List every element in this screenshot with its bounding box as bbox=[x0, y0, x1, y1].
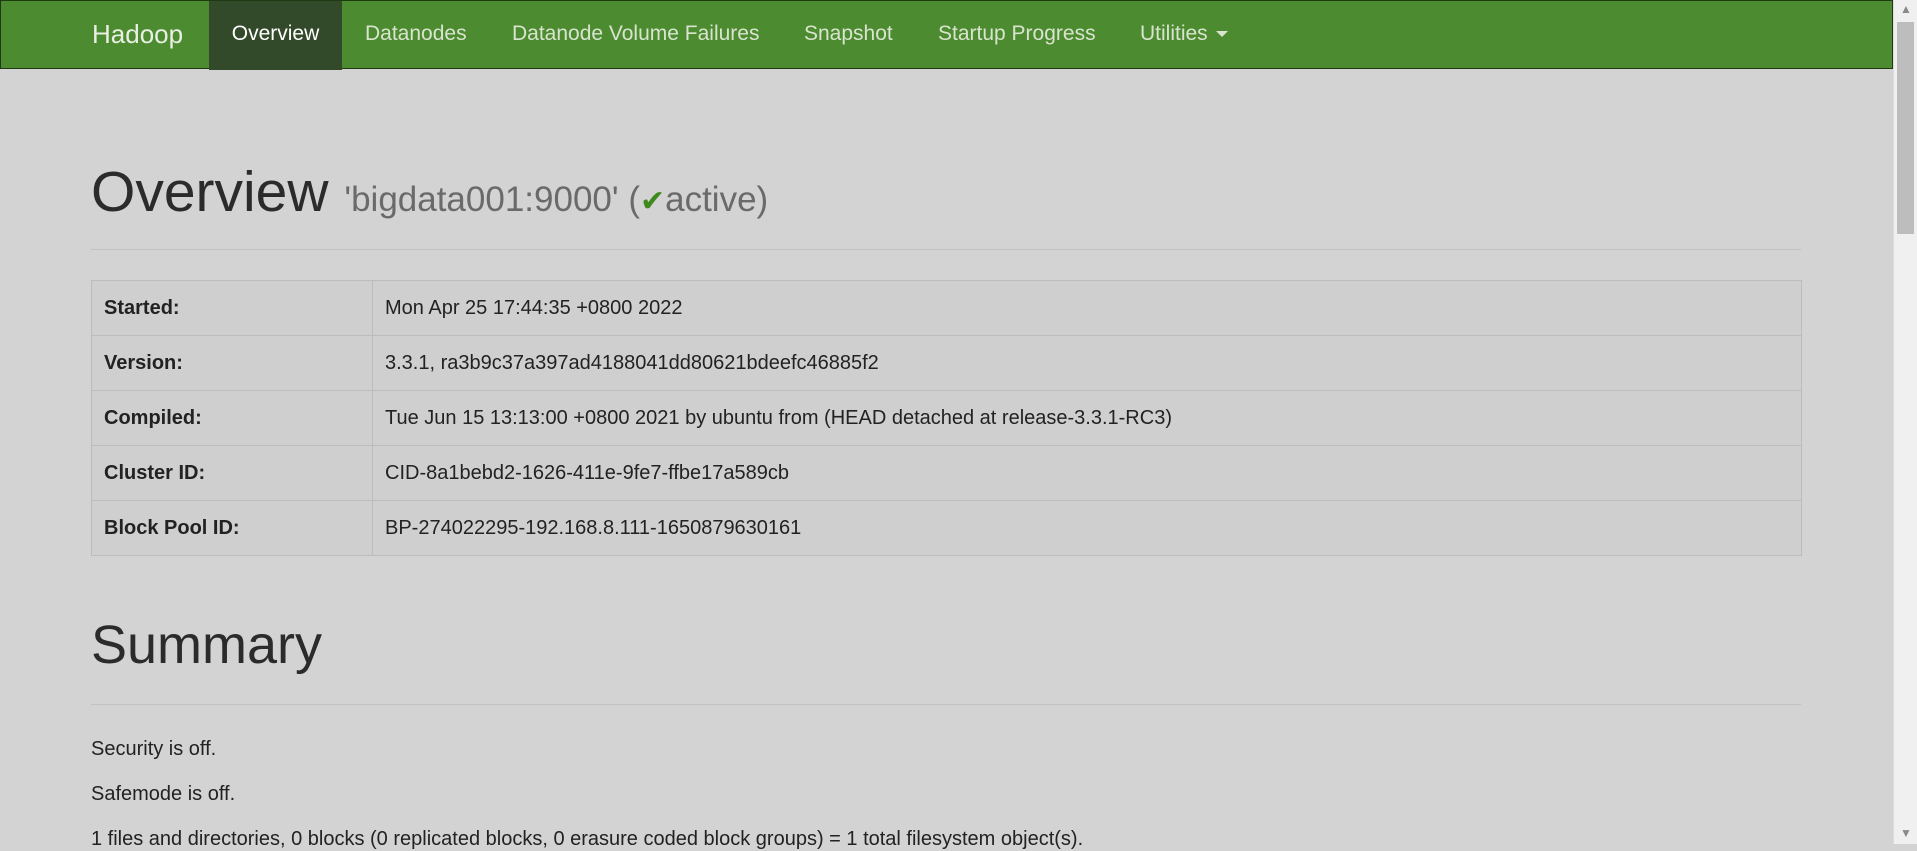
row-label-compiled: Compiled: bbox=[91, 390, 373, 446]
table-row: Version: 3.3.1, ra3b9c37a397ad4188041dd8… bbox=[91, 335, 1802, 391]
nav-utilities-dropdown[interactable]: Utilities bbox=[1140, 1, 1228, 70]
nav-overview[interactable]: Overview bbox=[209, 1, 342, 70]
nav-snapshot[interactable]: Snapshot bbox=[804, 1, 893, 70]
row-value-started: Mon Apr 25 17:44:35 +0800 2022 bbox=[372, 280, 1802, 336]
row-value-block-pool-id: BP-274022295-192.168.8.111-1650879630161 bbox=[372, 500, 1802, 556]
row-label-started: Started: bbox=[91, 280, 373, 336]
table-row: Started: Mon Apr 25 17:44:35 +0800 2022 bbox=[91, 280, 1802, 336]
caret-down-icon bbox=[1215, 31, 1228, 38]
table-row: Block Pool ID: BP-274022295-192.168.8.11… bbox=[91, 500, 1802, 556]
table-row: Cluster ID: CID-8a1bebd2-1626-411e-9fe7-… bbox=[91, 445, 1802, 501]
nav-startup-progress[interactable]: Startup Progress bbox=[938, 1, 1096, 70]
state-close-paren: ) bbox=[756, 180, 769, 219]
brand-logo[interactable]: Hadoop bbox=[92, 1, 183, 70]
row-value-cluster-id: CID-8a1bebd2-1626-411e-9fe7-ffbe17a589cb bbox=[372, 445, 1802, 501]
host-address: 'bigdata001:9000' bbox=[344, 180, 619, 219]
nav-utilities-label: Utilities bbox=[1140, 22, 1208, 45]
title-divider bbox=[91, 249, 1801, 250]
filesystem-object-count: 1 files and directories, 0 blocks (0 rep… bbox=[91, 828, 1084, 850]
nav-datanodes[interactable]: Datanodes bbox=[365, 1, 467, 70]
state-open-paren: ( bbox=[628, 180, 640, 219]
summary-heading: Summary bbox=[91, 615, 323, 675]
vertical-scrollbar[interactable]: ▲ ▼ bbox=[1893, 0, 1917, 844]
security-status: Security is off. bbox=[91, 738, 217, 760]
row-label-cluster-id: Cluster ID: bbox=[91, 445, 373, 501]
page-title-text: Overview bbox=[91, 160, 329, 224]
overview-info-table: Started: Mon Apr 25 17:44:35 +0800 2022 … bbox=[91, 280, 1802, 556]
check-icon: ✔ bbox=[639, 185, 666, 218]
row-value-compiled: Tue Jun 15 13:13:00 +0800 2021 by ubuntu… bbox=[372, 390, 1802, 446]
scroll-up-arrow-icon[interactable]: ▲ bbox=[1900, 2, 1912, 16]
top-navbar: Hadoop Overview Datanodes Datanode Volum… bbox=[0, 0, 1893, 70]
summary-divider bbox=[91, 704, 1801, 705]
namenode-address: 'bigdata001:9000' (✔active) bbox=[344, 180, 768, 219]
row-label-block-pool-id: Block Pool ID: bbox=[91, 500, 373, 556]
row-value-version: 3.3.1, ra3b9c37a397ad4188041dd80621bdeef… bbox=[372, 335, 1802, 391]
scroll-down-arrow-icon[interactable]: ▼ bbox=[1900, 826, 1912, 840]
page-title: Overview 'bigdata001:9000' (✔active) bbox=[91, 158, 768, 236]
row-label-version: Version: bbox=[91, 335, 373, 391]
table-row: Compiled: Tue Jun 15 13:13:00 +0800 2021… bbox=[91, 390, 1802, 446]
scroll-thumb[interactable] bbox=[1897, 22, 1914, 234]
nav-datanode-volume-failures[interactable]: Datanode Volume Failures bbox=[512, 1, 759, 70]
safemode-status: Safemode is off. bbox=[91, 783, 236, 805]
state-text: active bbox=[665, 180, 757, 219]
